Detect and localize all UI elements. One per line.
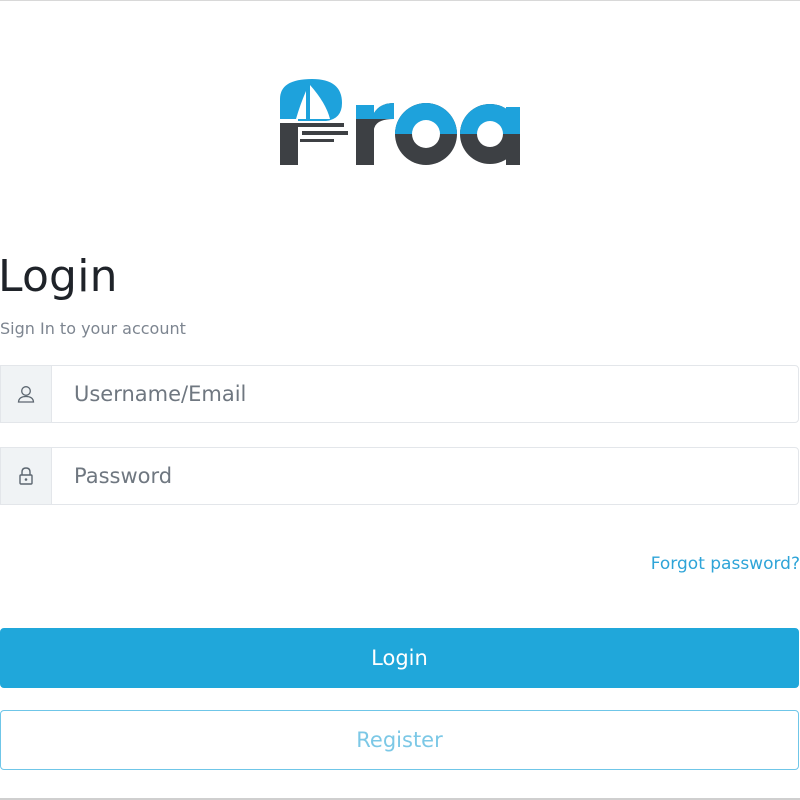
- forgot-password-link[interactable]: Forgot password?: [651, 553, 800, 575]
- user-icon: [1, 366, 52, 422]
- lock-icon: [1, 448, 52, 504]
- password-group: [0, 447, 799, 505]
- proa-logo: [280, 79, 520, 165]
- page-subtitle: Sign In to your account: [0, 319, 186, 338]
- login-button[interactable]: Login: [0, 628, 799, 688]
- username-input[interactable]: [52, 366, 798, 422]
- page-title: Login: [0, 251, 118, 302]
- register-button[interactable]: Register: [0, 710, 799, 770]
- login-page: Login Sign In to your account Forgot pas…: [0, 0, 800, 800]
- username-group: [0, 365, 799, 423]
- password-input[interactable]: [52, 448, 798, 504]
